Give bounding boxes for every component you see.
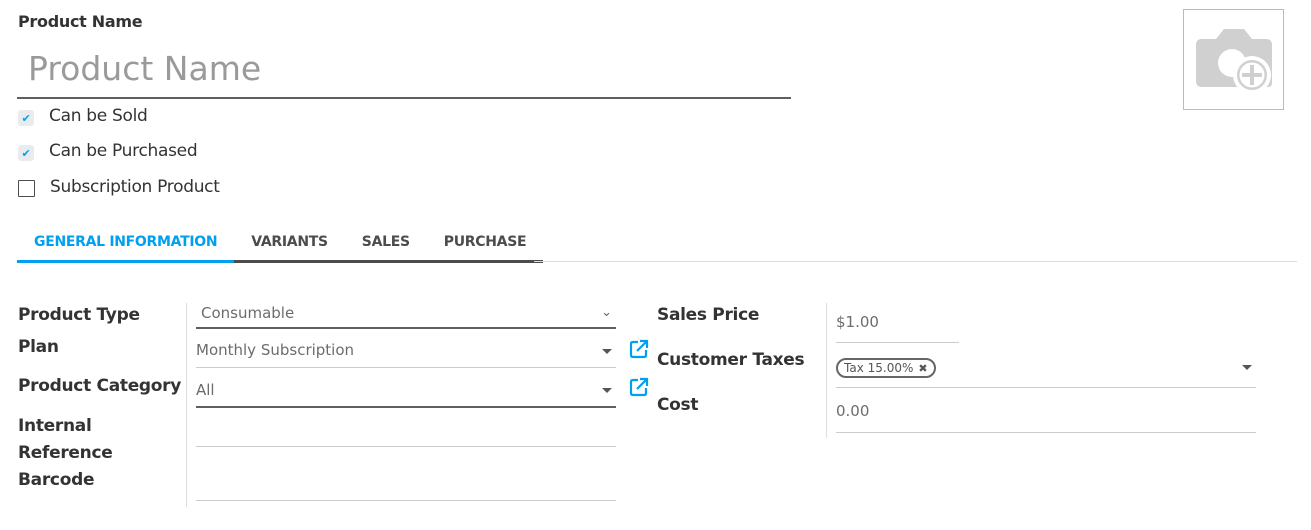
sales-price-label: Sales Price [657, 305, 760, 325]
remove-tag-icon[interactable]: ✖ [918, 362, 927, 375]
can-be-sold-option[interactable]: ✔ Can be Sold [18, 106, 148, 126]
customer-taxes-input[interactable]: Tax 15.00% ✖ [836, 350, 1256, 388]
product-type-select[interactable]: Consumable ⌄ [196, 303, 616, 329]
can-be-purchased-checkbox[interactable]: ✔ [18, 145, 34, 161]
caret-down-icon [602, 349, 612, 354]
product-category-select[interactable]: All [196, 377, 616, 408]
product-image-upload[interactable] [1183, 9, 1284, 110]
cost-label: Cost [657, 395, 699, 415]
external-link-icon[interactable] [629, 377, 649, 397]
can-be-purchased-option[interactable]: ✔ Can be Purchased [18, 141, 198, 161]
internal-reference-input[interactable] [196, 416, 616, 447]
chevron-down-icon: ⌄ [601, 305, 612, 320]
cost-input[interactable]: 0.00 [836, 393, 1256, 433]
barcode-label: Barcode [18, 470, 95, 490]
tab-sales[interactable]: SALES [344, 225, 427, 263]
subscription-product-checkbox[interactable] [18, 180, 35, 197]
sales-price-input[interactable]: $1.00 [836, 303, 959, 343]
subscription-product-option[interactable]: Subscription Product [18, 176, 220, 197]
product-category-value: All [196, 381, 215, 399]
tab-general-information[interactable]: GENERAL INFORMATION [17, 225, 235, 263]
left-group-divider [186, 303, 187, 507]
product-name-input[interactable] [17, 40, 791, 99]
plan-select[interactable]: Monthly Subscription [196, 338, 616, 368]
cost-value: 0.00 [836, 402, 870, 420]
plan-label: Plan [18, 337, 59, 357]
sales-price-value: $1.00 [836, 313, 879, 331]
tab-bar: GENERAL INFORMATION VARIANTS SALES PURCH… [17, 225, 544, 263]
can-be-sold-label: Can be Sold [49, 106, 148, 126]
product-type-value: Consumable [201, 304, 295, 322]
customer-taxes-label: Customer Taxes [657, 350, 805, 370]
product-category-label: Product Category [18, 376, 182, 396]
barcode-input[interactable] [196, 470, 616, 501]
caret-down-icon [1242, 365, 1252, 370]
tab-divider [534, 261, 1297, 262]
right-group-divider [826, 303, 827, 438]
external-link-icon[interactable] [629, 339, 649, 359]
product-type-label: Product Type [18, 305, 140, 325]
subscription-product-label: Subscription Product [50, 176, 220, 197]
internal-reference-label-line1: Internal [18, 416, 92, 436]
caret-down-icon [602, 388, 612, 393]
can-be-purchased-label: Can be Purchased [49, 141, 198, 161]
can-be-sold-checkbox[interactable]: ✔ [18, 110, 34, 126]
product-name-label: Product Name [18, 12, 143, 31]
tax-tag-label: Tax 15.00% [844, 361, 914, 375]
internal-reference-label-line2: Reference [18, 443, 113, 463]
tax-tag: Tax 15.00% ✖ [836, 358, 936, 378]
tab-purchase[interactable]: PURCHASE [426, 225, 544, 263]
plan-value: Monthly Subscription [196, 341, 355, 359]
camera-plus-icon [1195, 28, 1272, 94]
tab-variants[interactable]: VARIANTS [234, 225, 345, 263]
